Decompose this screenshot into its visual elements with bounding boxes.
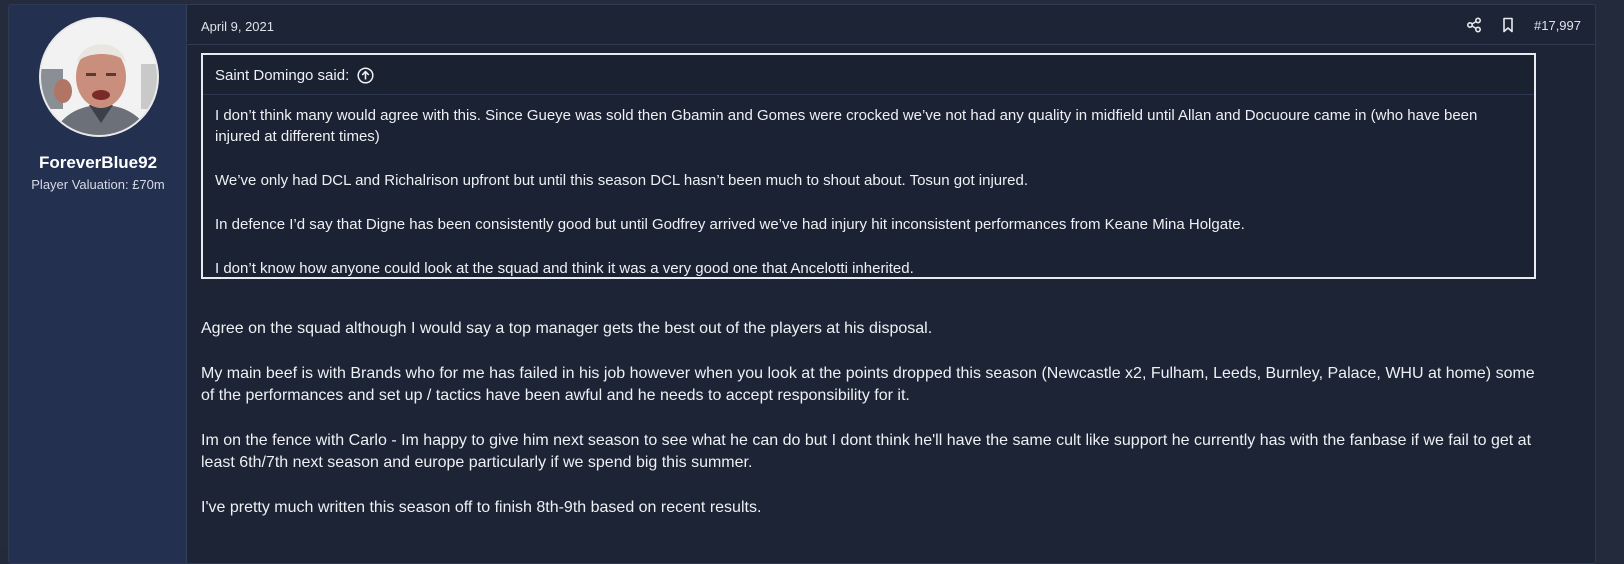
avatar-image [41, 19, 157, 135]
quote-paragraph: In defence I’d say that Digne has been c… [215, 216, 1245, 233]
quote-paragraph: We’ve only had DCL and Richalrison upfro… [215, 172, 1028, 189]
quote-content: I don’t think many would agree with this… [215, 105, 1522, 302]
page-gutter [1597, 0, 1624, 549]
post-message: Agree on the squad although I would say … [201, 318, 1541, 542]
quote-attribution[interactable]: Saint Domingo said: [215, 67, 349, 84]
bookmark-icon[interactable] [1500, 17, 1516, 33]
forum-post: ForeverBlue92 Player Valuation: £70m Apr… [8, 4, 1596, 564]
share-icon[interactable] [1466, 17, 1482, 33]
quote-paragraph: I don’t know how anyone could look at th… [215, 260, 914, 277]
message-paragraph: Im on the fence with Carlo - Im happy to… [201, 432, 1532, 471]
user-title: Player Valuation: £70m [31, 177, 165, 192]
avatar[interactable] [39, 17, 159, 137]
quote-block: Saint Domingo said: I don’t think many w… [201, 53, 1536, 279]
quote-header: Saint Domingo said: [203, 55, 1534, 95]
message-paragraph: I've pretty much written this season off… [201, 499, 762, 516]
post-number[interactable]: #17,997 [1534, 18, 1581, 33]
post-main: April 9, 2021 #17,997 Saint Domingo said… [187, 5, 1595, 563]
post-user-panel: ForeverBlue92 Player Valuation: £70m [9, 5, 187, 563]
post-date[interactable]: April 9, 2021 [201, 19, 274, 34]
quote-paragraph: I don’t think many would agree with this… [215, 107, 1478, 145]
post-header: April 9, 2021 #17,997 [187, 5, 1595, 45]
username[interactable]: ForeverBlue92 [9, 153, 187, 173]
message-paragraph: My main beef is with Brands who for me h… [201, 365, 1535, 404]
post-actions: #17,997 [1466, 17, 1581, 33]
arrow-up-circle-icon[interactable] [357, 67, 374, 84]
message-paragraph: Agree on the squad although I would say … [201, 320, 933, 337]
